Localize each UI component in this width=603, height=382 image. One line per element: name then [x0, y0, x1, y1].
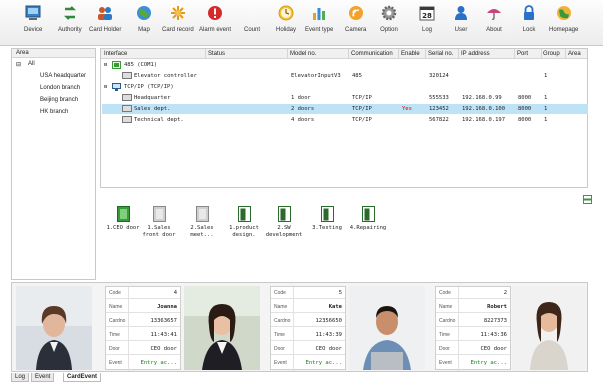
card-event-info: Code 2 Name Robert Cardno 8227373 Time 11:43…	[435, 286, 511, 371]
authority-button[interactable]: Authority	[58, 4, 82, 44]
grid-header: Interface Status Model no. Communication…	[101, 49, 587, 59]
cardholder-photo	[349, 286, 425, 370]
holiday-icon	[277, 4, 295, 22]
table-row-selected[interactable]: Sales dept. 2 doors TCP/IP Yes 123452 19…	[102, 104, 588, 114]
option-button[interactable]: Option	[380, 4, 398, 44]
group-label: 485 (COM1)	[124, 62, 158, 68]
map-button[interactable]: Map	[135, 4, 153, 44]
lock-icon	[520, 4, 538, 22]
door-item[interactable]: 2.SW development	[261, 206, 307, 239]
area-item-usa[interactable]: USA headquarter	[40, 73, 86, 79]
alarm-icon	[206, 4, 224, 22]
user-button[interactable]: User	[452, 4, 470, 44]
col-ip[interactable]: IP address	[461, 51, 490, 57]
door-item[interactable]: 2.Sales meet...	[179, 206, 225, 239]
alarm-event-button[interactable]: Alarm event	[199, 4, 231, 44]
col-port[interactable]: Port	[517, 51, 528, 57]
enable-status: Yes	[402, 106, 412, 112]
group-toggle[interactable]: ⊟	[104, 84, 107, 90]
cardholder-photo	[184, 286, 260, 370]
controller-icon	[122, 116, 132, 125]
col-interface[interactable]: Interface	[104, 51, 127, 57]
card-holder-icon	[96, 4, 114, 22]
door-closed-icon	[152, 206, 166, 222]
homepage-button[interactable]: Homepage	[549, 4, 578, 44]
col-area[interactable]: Area	[568, 51, 581, 57]
log-button[interactable]: 28 Log	[418, 4, 436, 44]
col-group[interactable]: Group	[543, 51, 560, 57]
umbrella-icon	[485, 4, 503, 22]
group-row-tcpip[interactable]: ⊟ TCP/IP (TCP/IP)	[102, 82, 588, 92]
event-type-icon	[310, 4, 328, 22]
area-header: Area	[12, 49, 95, 58]
network-icon	[112, 83, 121, 93]
door-item[interactable]: 3.Testing	[304, 206, 350, 232]
user-icon	[452, 4, 470, 22]
door-locked-icon	[277, 206, 291, 222]
door-locked-icon	[361, 206, 375, 222]
door-item[interactable]: 4.Repairing	[345, 206, 391, 232]
device-button[interactable]: Device	[24, 4, 42, 44]
table-row[interactable]: Headquarter 1 door TCP/IP 555533 192.168…	[102, 93, 588, 103]
tab-log[interactable]: Log	[11, 373, 30, 382]
col-enable[interactable]: Enable	[401, 51, 420, 57]
cardholder-photo	[512, 286, 588, 370]
lock-button[interactable]: Lock	[520, 4, 538, 44]
card-record-button[interactable]: Card record	[162, 4, 194, 44]
holiday-button[interactable]: Holiday	[276, 4, 296, 44]
door-closed-icon	[195, 206, 209, 222]
cardholder-photo	[16, 286, 92, 370]
col-communication[interactable]: Communication	[351, 51, 393, 57]
camera-button[interactable]: Camera	[345, 4, 366, 44]
controller-icon	[122, 94, 132, 103]
count-icon	[243, 4, 261, 22]
door-locked-icon	[320, 206, 334, 222]
map-icon	[135, 4, 153, 22]
device-icon	[24, 4, 42, 22]
card-record-icon	[169, 4, 187, 22]
event-type-button[interactable]: Event type	[305, 4, 333, 44]
about-button[interactable]: About	[485, 4, 503, 44]
serial-port-icon	[112, 61, 121, 71]
main-toolbar: Device Authority Card Holder Map Card re…	[0, 0, 603, 46]
card-event-info: Code 4 Name Joanna Cardno 13363657 Time 11:4…	[105, 286, 181, 371]
door-item[interactable]: 1.Sales front door	[136, 206, 182, 239]
area-panel: Area ⊟ All USA headquarter London branch…	[11, 48, 96, 280]
gear-icon	[380, 4, 398, 22]
card-event-panel: Code 4 Name Joanna Cardno 13363657 Time 11:4…	[11, 282, 588, 372]
count-button[interactable]: Count	[243, 4, 261, 44]
controller-icon	[122, 105, 132, 114]
col-serial[interactable]: Serial no.	[428, 51, 453, 57]
svg-text:28: 28	[422, 12, 432, 20]
card-holder-button[interactable]: Card Holder	[89, 4, 121, 44]
table-row[interactable]: Elevator controller ElevatorInputV3 485 …	[102, 71, 588, 81]
device-grid: Interface Status Model no. Communication…	[100, 48, 588, 188]
card-event-info: Code 5 Name Kate Cardno 12356650 Time 11:43:…	[270, 286, 346, 371]
area-root-toggle[interactable]: ⊟	[16, 61, 21, 68]
col-model[interactable]: Model no.	[290, 51, 316, 57]
table-row[interactable]: Technical dept. 4 doors TCP/IP 567822 19…	[102, 115, 588, 125]
area-item-london[interactable]: London branch	[40, 85, 80, 91]
door-panel: 1.CEO door 1.Sales front door 2.Sales me…	[100, 192, 588, 280]
layout-toggle-icon[interactable]	[583, 195, 592, 204]
area-item-hk[interactable]: HK branch	[40, 109, 68, 115]
tab-cardevent[interactable]: CardEvent	[63, 373, 102, 382]
area-root-all[interactable]: All	[28, 61, 35, 67]
globe-icon	[555, 4, 573, 22]
controller-icon	[122, 72, 132, 81]
group-label: TCP/IP (TCP/IP)	[124, 84, 174, 90]
authority-icon	[61, 4, 79, 22]
group-toggle[interactable]: ⊟	[104, 62, 107, 68]
door-open-icon	[116, 206, 130, 222]
col-status[interactable]: Status	[208, 51, 225, 57]
group-row-485[interactable]: ⊟ 485 (COM1)	[102, 60, 588, 70]
log-icon: 28	[418, 4, 436, 22]
tab-event[interactable]: Event	[31, 373, 55, 382]
area-item-beijing[interactable]: Beijing branch	[40, 97, 78, 103]
camera-icon	[347, 4, 365, 22]
door-locked-icon	[237, 206, 251, 222]
